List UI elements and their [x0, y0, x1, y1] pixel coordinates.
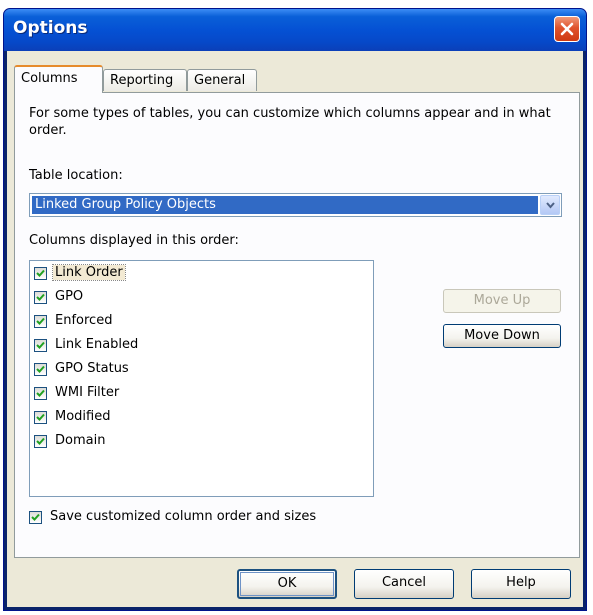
- columns-tab-panel: For some types of tables, you can custom…: [14, 92, 580, 558]
- checkmark-icon: [36, 437, 45, 445]
- help-button[interactable]: Help: [471, 569, 571, 599]
- column-item-label: Link Enabled: [55, 337, 139, 352]
- dialog-client-area: Columns Reporting General For some types…: [7, 51, 583, 607]
- column-item-label: GPO: [55, 289, 84, 304]
- column-item-label: Modified: [55, 409, 111, 424]
- table-location-dropdown[interactable]: Linked Group Policy Objects: [29, 193, 562, 217]
- cancel-button[interactable]: Cancel: [354, 569, 454, 599]
- column-item-label: Enforced: [55, 313, 113, 328]
- column-item-label: WMI Filter: [55, 385, 120, 400]
- tab-reporting[interactable]: Reporting: [103, 69, 187, 91]
- dialog-title: Options: [13, 18, 88, 38]
- tab-general[interactable]: General: [187, 69, 257, 91]
- table-location-value: Linked Group Policy Objects: [32, 196, 538, 214]
- checkmark-icon: [36, 389, 45, 397]
- dropdown-arrow-button[interactable]: [540, 195, 560, 215]
- checkmark-icon: [36, 365, 45, 373]
- checkmark-icon: [36, 317, 45, 325]
- columns-order-label: Columns displayed in this order:: [29, 233, 239, 248]
- ok-button[interactable]: OK: [237, 569, 337, 599]
- column-item-label: GPO Status: [55, 361, 129, 376]
- move-down-button[interactable]: Move Down: [443, 324, 561, 348]
- checkmark-icon: [36, 269, 45, 277]
- columns-list[interactable]: Link Order GPO Enforced Link Enabled GPO…: [29, 260, 374, 497]
- tab-columns-label: Columns: [21, 71, 78, 86]
- column-item-label: Domain: [55, 433, 106, 448]
- column-checkbox[interactable]: [34, 363, 47, 376]
- title-bar[interactable]: Options: [4, 9, 586, 51]
- save-customized-checkbox[interactable]: [29, 511, 42, 524]
- checkmark-icon: [36, 341, 45, 349]
- column-checkbox[interactable]: [34, 411, 47, 424]
- column-checkbox[interactable]: [34, 387, 47, 400]
- column-checkbox[interactable]: [34, 267, 47, 280]
- move-up-button[interactable]: Move Up: [443, 289, 561, 313]
- column-item-label: Link Order: [52, 264, 126, 281]
- tab-columns[interactable]: Columns: [14, 65, 103, 93]
- description-text: For some types of tables, you can custom…: [29, 106, 551, 138]
- checkmark-icon: [31, 513, 40, 521]
- checkmark-icon: [36, 413, 45, 421]
- close-button[interactable]: [554, 16, 580, 42]
- tab-general-label: General: [194, 73, 246, 88]
- tab-reporting-label: Reporting: [110, 73, 174, 88]
- column-checkbox[interactable]: [34, 291, 47, 304]
- options-dialog: Options Columns Reporting General For so…: [3, 8, 587, 611]
- table-location-label: Table location:: [29, 168, 123, 183]
- column-checkbox[interactable]: [34, 339, 47, 352]
- chevron-down-icon: [546, 202, 555, 209]
- column-checkbox[interactable]: [34, 315, 47, 328]
- column-checkbox[interactable]: [34, 435, 47, 448]
- save-customized-label: Save customized column order and sizes: [50, 509, 317, 524]
- close-icon: [560, 22, 574, 36]
- checkmark-icon: [36, 293, 45, 301]
